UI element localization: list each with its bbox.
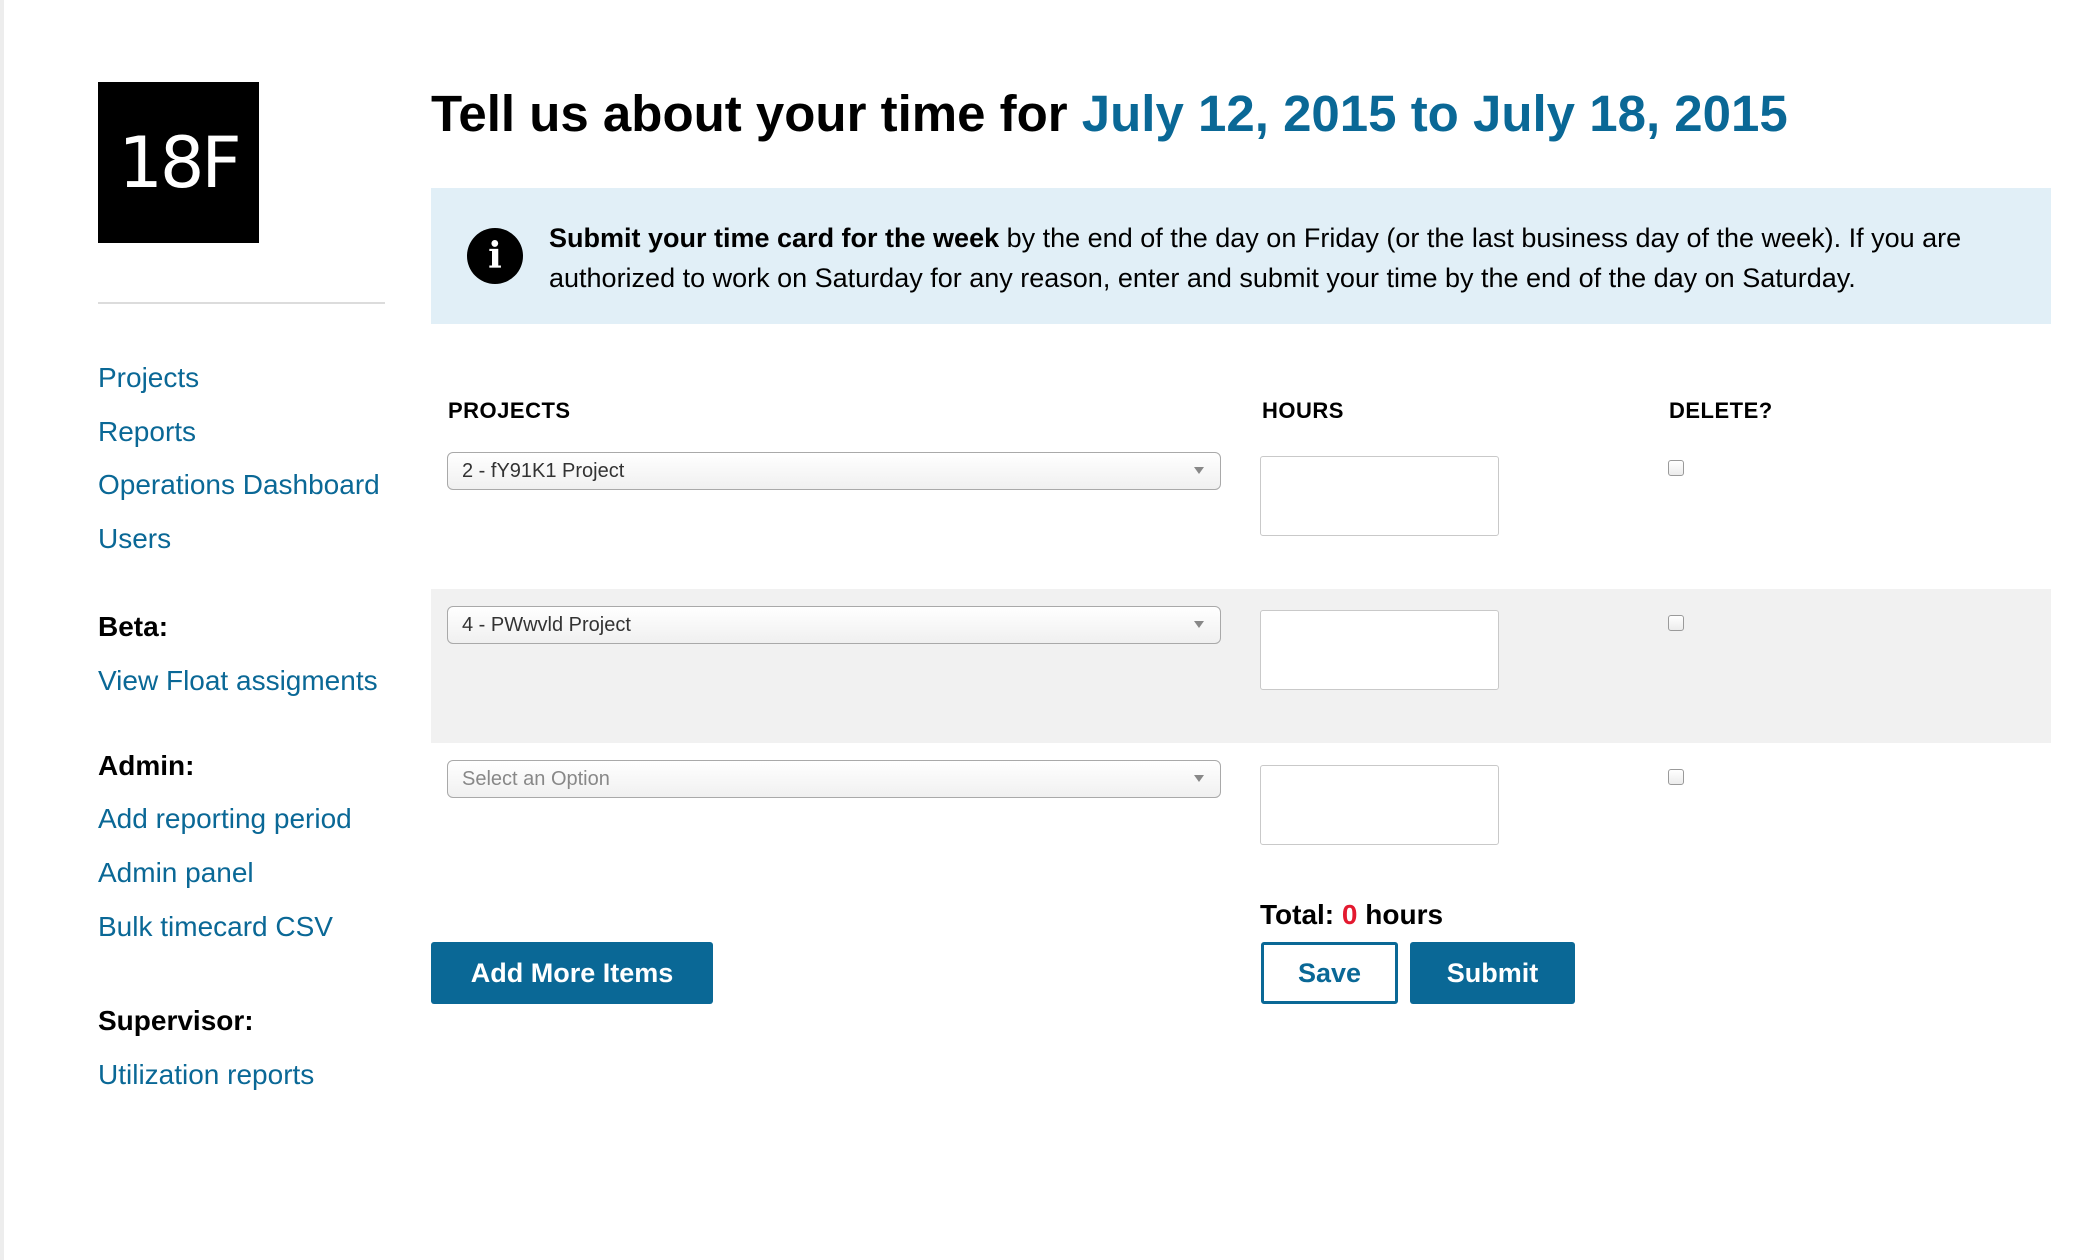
submit-button[interactable]: Submit <box>1410 942 1575 1004</box>
hours-input-row-1[interactable] <box>1260 456 1499 536</box>
hours-input-row-3[interactable] <box>1260 765 1499 845</box>
sidebar-heading-beta: Beta: <box>98 611 169 642</box>
project-select-row-3[interactable]: Select an Option <box>447 760 1221 798</box>
sidebar-heading-supervisor: Supervisor: <box>98 1005 254 1036</box>
chevron-down-icon <box>1194 467 1204 474</box>
project-select-value: 2 - fY91K1 Project <box>462 460 625 482</box>
sidebar-link-bulk-timecard-csv[interactable]: Bulk timecard CSV <box>98 911 333 943</box>
column-header-hours: HOURS <box>1262 398 1344 423</box>
total-unit: hours <box>1365 899 1444 930</box>
sidebar-link-operations-dashboard[interactable]: Operations Dashboard <box>98 469 380 501</box>
info-circle-icon: i <box>467 228 523 284</box>
total-value: 0 <box>1341 899 1358 930</box>
delete-checkbox-row-3[interactable] <box>1668 769 1684 785</box>
sidebar-link-add-reporting-period[interactable]: Add reporting period <box>98 803 352 835</box>
sidebar-link-projects[interactable]: Projects <box>98 362 199 394</box>
logo-18f[interactable]: 18F <box>98 82 259 243</box>
sidebar-link-reports[interactable]: Reports <box>98 416 196 448</box>
column-header-delete: DELETE? <box>1669 398 1773 423</box>
hours-input-row-2[interactable] <box>1260 610 1499 690</box>
delete-checkbox-row-2[interactable] <box>1668 615 1684 631</box>
page-title: Tell us about your time for July 12, 201… <box>431 84 1788 143</box>
page-edge <box>0 0 4 1260</box>
alert-message: Submit your time card for the week by th… <box>549 218 2019 298</box>
sidebar-divider <box>98 302 385 304</box>
chevron-down-icon <box>1194 775 1204 782</box>
total-hours: Total: 0 hours <box>1260 899 1443 931</box>
page-title-date-range: July 12, 2015 to July 18, 2015 <box>1081 85 1788 142</box>
save-button[interactable]: Save <box>1261 942 1398 1004</box>
total-label: Total: <box>1260 899 1335 930</box>
sidebar-link-users[interactable]: Users <box>98 523 171 555</box>
project-select-placeholder: Select an Option <box>462 768 610 790</box>
column-header-projects: PROJECTS <box>448 398 571 423</box>
alert-bold-text: Submit your time card for the week <box>549 223 1000 253</box>
sidebar-link-admin-panel[interactable]: Admin panel <box>98 857 254 889</box>
project-select-row-1[interactable]: 2 - fY91K1 Project <box>447 452 1221 490</box>
delete-checkbox-row-1[interactable] <box>1668 460 1684 476</box>
project-select-row-2[interactable]: 4 - PWwvld Project <box>447 606 1221 644</box>
add-more-items-button[interactable]: Add More Items <box>431 942 713 1004</box>
project-select-value: 4 - PWwvld Project <box>462 614 631 636</box>
sidebar-link-view-float-assignments[interactable]: View Float assigments <box>98 665 378 697</box>
page-title-prefix: Tell us about your time for <box>431 85 1068 142</box>
sidebar-link-utilization-reports[interactable]: Utilization reports <box>98 1059 314 1091</box>
info-alert: i Submit your time card for the week by … <box>431 188 2051 324</box>
sidebar-heading-admin: Admin: <box>98 750 195 781</box>
chevron-down-icon <box>1194 621 1204 628</box>
